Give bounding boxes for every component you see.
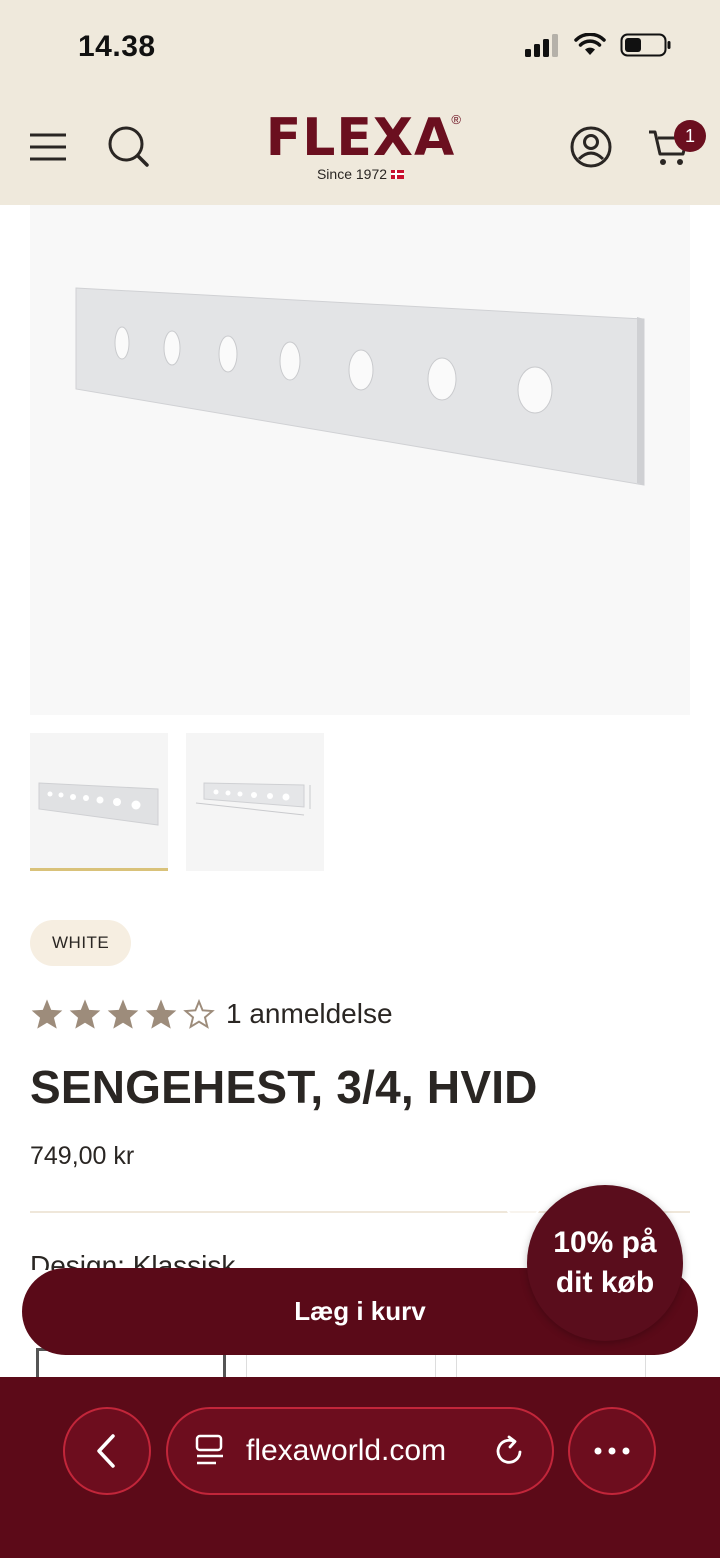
logo-since: Since 1972: [258, 166, 463, 182]
discount-promo-bubble[interactable]: 10% på dit køb: [527, 1185, 683, 1341]
promo-line-2: dit køb: [555, 1266, 655, 1299]
menu-button[interactable]: [26, 125, 70, 169]
account-button[interactable]: [568, 124, 614, 170]
product-main-image[interactable]: [30, 205, 690, 715]
back-button[interactable]: [63, 1407, 151, 1495]
product-rating[interactable]: 1 anmeldelse: [30, 998, 393, 1030]
promo-line-1: 10% på: [553, 1226, 657, 1259]
user-icon: [570, 126, 612, 168]
color-badge: WHITE: [30, 920, 132, 966]
promo-close-button[interactable]: [505, 1185, 541, 1221]
page-icon: [195, 1434, 223, 1465]
wifi-icon: [574, 33, 606, 55]
status-icons: [524, 32, 672, 58]
chevron-left-icon: [97, 1434, 115, 1468]
flexa-logo[interactable]: FLEXA ® Since 1972: [258, 108, 463, 188]
browser-toolbar: flexaworld.com: [0, 1377, 720, 1558]
search-icon: [108, 126, 149, 167]
header-area: 14.38 FLEXA ® Since 1972 1: [0, 0, 720, 205]
reviews-count[interactable]: 1 anmeldelse: [226, 998, 393, 1030]
cart-count-badge: 1: [674, 120, 706, 152]
address-bar[interactable]: flexaworld.com: [166, 1407, 554, 1495]
design-label: Design: Klassisk: [30, 1250, 236, 1270]
status-time: 14.38: [78, 30, 156, 63]
logo-registered-mark: ®: [451, 112, 461, 127]
danish-flag-icon: [391, 169, 405, 179]
product-image: [75, 287, 645, 486]
star-filled-icon: [145, 999, 177, 1029]
hamburger-icon: [30, 133, 66, 161]
search-button[interactable]: [104, 122, 152, 170]
star-filled-icon: [69, 999, 101, 1029]
thumbnail-image: [195, 782, 311, 816]
product-price: 749,00 kr: [30, 1142, 135, 1170]
more-icon: [594, 1447, 630, 1455]
thumbnail-active-indicator: [30, 868, 168, 871]
star-empty-icon: [183, 998, 215, 1029]
signal-icon: [525, 34, 558, 57]
thumbnail-image: [38, 782, 159, 826]
logo-word: FLEXA: [265, 108, 456, 168]
close-icon: [516, 1196, 530, 1210]
logo-since-text: Since 1972: [316, 166, 388, 182]
star-filled-icon: [31, 999, 63, 1029]
thumbnail-dimensions[interactable]: [186, 733, 324, 871]
thumbnail-front[interactable]: [30, 733, 168, 871]
battery-icon: [620, 33, 671, 57]
product-title: SENGEHEST, 3/4, HVID: [30, 1061, 538, 1113]
reload-icon[interactable]: [494, 1434, 526, 1468]
more-button[interactable]: [568, 1407, 656, 1495]
url-text: flexaworld.com: [246, 1434, 447, 1467]
star-filled-icon: [107, 999, 139, 1029]
